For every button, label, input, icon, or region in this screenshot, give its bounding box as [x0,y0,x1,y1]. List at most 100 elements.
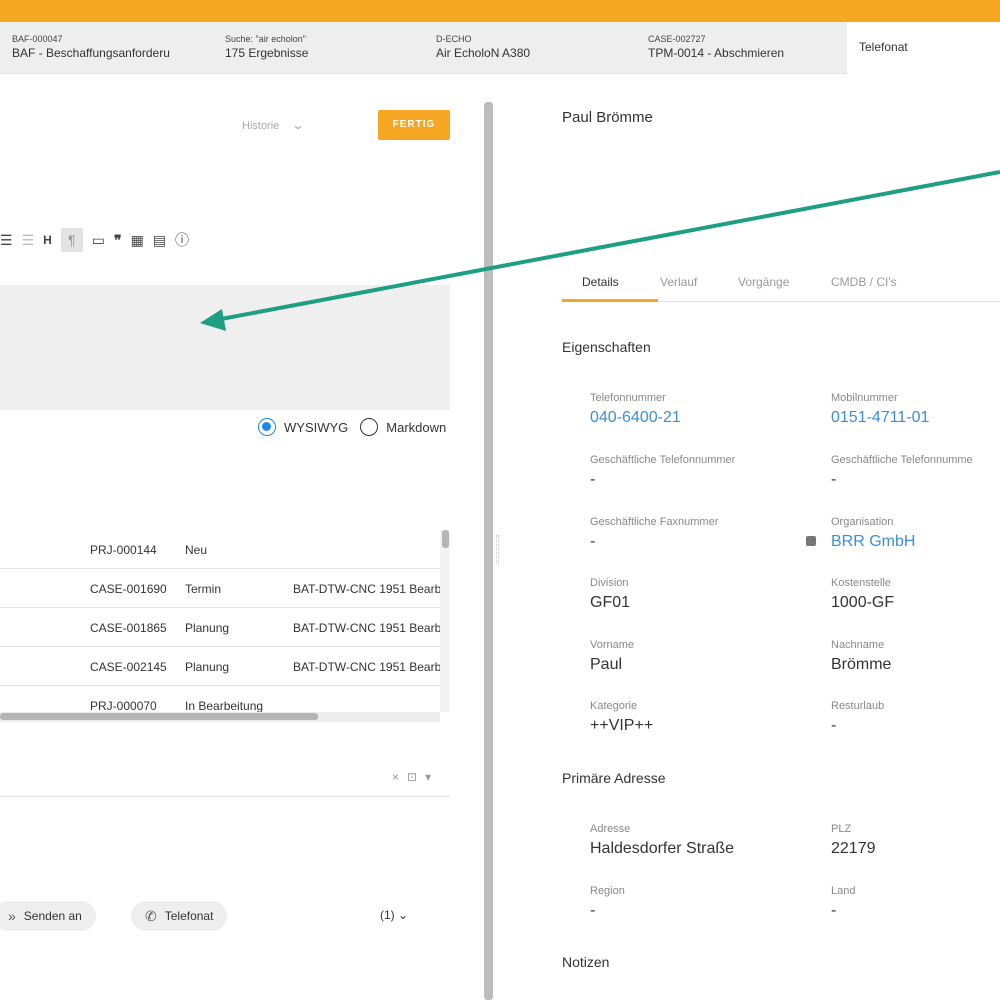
historie-label: Historie [242,120,280,132]
heading-icon[interactable]: H [43,228,52,252]
editor-area[interactable] [0,285,450,410]
tab-baf-id: BAF-000047 [12,34,63,44]
field-value: - [590,471,596,488]
chevron-down-icon: ⌄ [398,908,409,922]
tab-baf-title: BAF - Beschaffungsanforderu [12,46,170,60]
senden-an-button[interactable]: » Senden an [0,901,96,931]
right-pane: Paul Brömme Details Verlauf Vorgänge CMD… [504,74,1000,1000]
tab-strip: BAF-000047 BAF - Beschaffungsanforderu S… [0,22,1000,74]
contact-title: Paul Brömme [562,109,653,126]
row-title: BAT-DTW-CNC 1951 Bearb [293,660,440,674]
left-pane: Historie ⌄ FERTIG ☰ ☰ H ¶ ▭ ❞ ▦ ▤ ⓘ WYSIW… [0,74,480,1000]
count-label: (1) [380,908,395,922]
row-title: BAT-DTW-CNC 1951 Bearb [293,582,440,596]
row-status: In Bearbeitung [185,699,264,712]
linked-items-table: PRJ-000144 Neu CASE-001690 Termin BAT-DT… [0,530,440,712]
tab-telefonat-title: Telefonat [859,40,908,54]
organisation-link[interactable]: BRR GmbH [831,533,915,551]
fertig-button[interactable]: FERTIG [378,110,450,140]
tab-verlauf[interactable]: Verlauf [660,275,697,289]
mobil-link[interactable]: 0151-4711-01 [831,409,929,427]
code-icon[interactable]: ▭ [92,228,105,252]
chevron-down-icon: ⌄ [291,118,306,132]
resize-grip-icon[interactable] [496,535,499,565]
caret-down-icon[interactable]: ▾ [425,770,431,784]
detail-tabs: Details Verlauf Vorgänge CMDB / CI's [562,275,1000,302]
telefon-link[interactable]: 040-6400-21 [590,409,681,427]
field-value: - [831,471,837,488]
field-label: Nachname [831,639,885,651]
count-dropdown[interactable]: (1) ⌄ [380,908,408,922]
section-primaere-adresse: Primäre Adresse [562,770,666,786]
paragraph-icon[interactable]: ¶ [60,228,83,252]
open-icon[interactable]: ⊡ [407,770,417,784]
tab-search[interactable]: Suche: "air echolon" 175 Ergebnisse [213,22,424,74]
tab-search-results: 175 Ergebnisse [225,46,309,60]
pane-scrollbar[interactable] [484,102,493,1000]
table-row[interactable]: CASE-001690 Termin BAT-DTW-CNC 1951 Bear… [0,569,440,608]
field-label: Organisation [831,516,894,528]
tab-d-echo[interactable]: D-ECHO Air EcholoN A380 [424,22,636,74]
table-horizontal-scrollbar[interactable] [0,712,440,722]
table-row[interactable]: CASE-001865 Planung BAT-DTW-CNC 1951 Bea… [0,608,440,647]
table-row[interactable]: CASE-002145 Planung BAT-DTW-CNC 1951 Bea… [0,647,440,686]
tab-case[interactable]: CASE-002727 TPM-0014 - Abschmieren [636,22,847,74]
tab-search-query: Suche: "air echolon" [225,34,306,44]
field-label: Vorname [590,639,635,651]
telefonat-button[interactable]: ✆ Telefonat [131,901,228,931]
field-value: - [831,717,837,734]
field-label: Geschäftliche Telefonnumme [831,454,973,466]
row-status: Planung [185,621,230,635]
outdent-icon[interactable]: ☰ [22,228,35,252]
field-underline [0,796,450,797]
field-label: Resturlaub [831,700,885,712]
table-icon[interactable]: ▦ [131,228,144,252]
markdown-radio[interactable] [360,418,379,436]
editor-toolbar: ☰ ☰ H ¶ ▭ ❞ ▦ ▤ ⓘ [0,228,198,252]
row-id: PRJ-000070 [90,699,157,712]
tab-cmdb[interactable]: CMDB / CI's [831,275,897,289]
tab-telefonat[interactable]: Telefonat [847,22,1000,74]
field-value: GF01 [590,594,631,611]
field-label: Kategorie [590,700,638,712]
row-status: Termin [185,582,222,596]
field-label: PLZ [831,823,852,835]
organisation-icon [806,536,816,546]
table-row[interactable]: PRJ-000144 Neu [0,530,440,569]
tab-d-echo-title: Air EcholoN A380 [436,46,531,60]
row-title: BAT-DTW-CNC 1951 Bearb [293,621,440,635]
field-label: Region [590,885,625,897]
document-icon[interactable]: ▤ [153,228,166,252]
field-value: - [590,533,596,550]
table-vertical-scrollbar[interactable] [440,530,450,712]
info-icon[interactable]: ⓘ [175,228,189,252]
tab-details[interactable]: Details [582,275,619,289]
senden-an-label: Senden an [23,909,82,923]
tab-case-id: CASE-002727 [648,34,706,44]
row-id: CASE-001865 [90,621,167,635]
section-eigenschaften: Eigenschaften [562,339,651,355]
field-label: Adresse [590,823,631,835]
phone-icon: ✆ [145,907,157,924]
field-label: Geschäftliche Faxnummer [590,516,719,528]
app-window: BAF-000047 BAF - Beschaffungsanforderu S… [0,0,1000,1000]
historie-dropdown[interactable]: Historie ⌄ [242,118,306,132]
clear-icon[interactable]: × [392,770,399,784]
table-row[interactable]: PRJ-000070 In Bearbeitung [0,686,440,712]
row-id: CASE-001690 [90,582,167,596]
scrollbar-thumb[interactable] [442,530,449,548]
field-label: Geschäftliche Telefonnummer [590,454,736,466]
field-actions: × ⊡ ▾ [392,770,439,784]
quote-icon[interactable]: ❞ [114,228,122,252]
row-id: PRJ-000144 [90,543,157,557]
wysiwyg-label: WYSIWYG [284,419,349,435]
wysiwyg-radio[interactable] [258,418,276,436]
scrollbar-thumb[interactable] [0,713,318,720]
tab-baf[interactable]: BAF-000047 BAF - Beschaffungsanforderu [0,22,212,74]
row-id: CASE-002145 [90,660,167,674]
tab-vorgaenge[interactable]: Vorgänge [738,275,789,289]
list-icon[interactable]: ☰ [0,228,13,252]
field-value: - [590,902,596,919]
field-value: Paul [590,656,623,673]
row-status: Neu [185,543,208,557]
